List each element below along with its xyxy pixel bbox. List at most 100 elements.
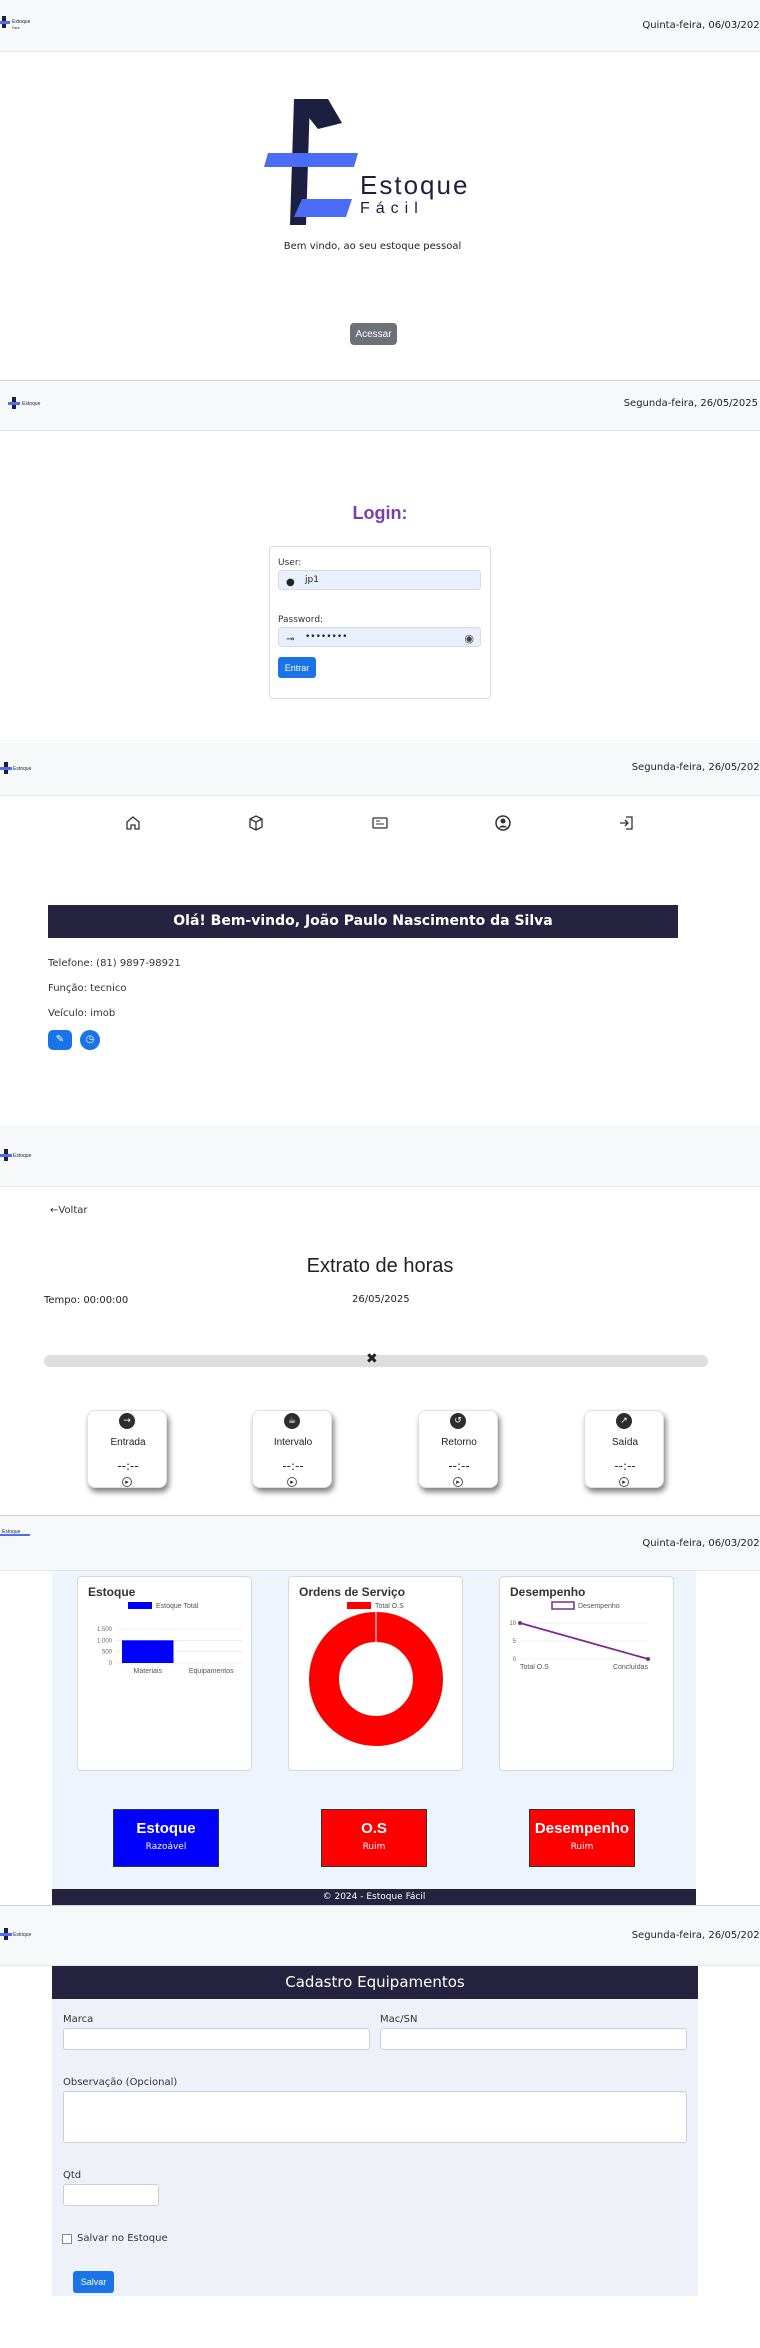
play-icon[interactable]: ▸ (122, 1477, 132, 1487)
play-icon[interactable]: ▸ (287, 1477, 297, 1487)
page-title: Extrato de horas (306, 1255, 454, 1277)
user-value: jp1 (305, 575, 319, 585)
exit-icon: ↗ (616, 1413, 632, 1429)
header-logo: Estoque (0, 1526, 50, 1546)
home-icon[interactable] (124, 814, 144, 834)
data-point (646, 1657, 650, 1661)
os-chart-card: Ordens de Serviço Total O.S (288, 1576, 463, 1771)
header-logo: Estoque Fácil (0, 12, 50, 32)
os-status: O.S Ruim (321, 1809, 427, 1867)
return-icon: ↺ (450, 1413, 466, 1429)
logout-icon[interactable] (617, 814, 637, 834)
svg-text:Estoque: Estoque (12, 19, 31, 25)
footer: © 2024 - Estoque Fácil (52, 1889, 696, 1905)
status-title: Desempenho (534, 1820, 630, 1837)
qty-label: Qtd (63, 2170, 82, 2181)
user-icon: ● (286, 577, 295, 588)
dashboard-screen: Estoque Quinta-feira, 06/03/2025 Estoque… (0, 1515, 760, 1905)
performance-line-chart: Desempenho 10 5 0Total O.S Concluídas (509, 1601, 650, 1671)
header: Estoque Segunda-feira, 26/05/2025 (0, 1906, 760, 1966)
mac-label: Mac/SN (380, 2014, 418, 2025)
header-date: Segunda-feira, 26/05/2025 (623, 398, 758, 409)
chart-title: Estoque (88, 1585, 136, 1599)
splash-screen: Estoque Fácil Quinta-feira, 06/03/2025 Es… (0, 0, 760, 380)
obs-label: Observação (Opcional) (63, 2077, 178, 2088)
id-card-icon[interactable] (371, 814, 391, 834)
header-date: Quinta-feira, 06/03/2025 (642, 20, 760, 31)
password-input[interactable]: ⊸ •••••••• ◉ (278, 627, 481, 647)
svg-text:Estoque: Estoque (13, 1153, 32, 1159)
logo-title: Estoque (360, 170, 470, 200)
form-title: Cadastro Equipamentos (52, 1966, 698, 1999)
svg-text:Estoque: Estoque (13, 1932, 32, 1938)
save-button[interactable]: Salvar (73, 2271, 114, 2293)
data-point (518, 1621, 522, 1625)
svg-text:Fácil: Fácil (12, 26, 20, 30)
performance-status: Desempenho Ruim (529, 1809, 635, 1867)
access-button[interactable]: Acessar (350, 323, 397, 345)
user-label: User: (278, 558, 302, 568)
header: Estoque Fácil Quinta-feira, 06/03/2025 (0, 0, 760, 52)
x-tick-label: Materiais (134, 1668, 163, 1675)
login-icon: → (119, 1413, 135, 1429)
performance-chart-card: Desempenho Desempenho 10 5 0 Total O.S Conclu… (499, 1576, 674, 1771)
login-submit-button[interactable]: Entrar (278, 657, 316, 678)
box-icon[interactable] (247, 814, 267, 834)
status-title: Estoque (136, 1820, 196, 1837)
equipment-screen: Estoque Segunda-feira, 26/05/2025 Cadast… (0, 1905, 760, 2348)
svg-text:Estoque: Estoque (13, 766, 32, 772)
clock-icon: ◷ (85, 1034, 95, 1045)
play-icon[interactable]: ▸ (453, 1477, 463, 1487)
play-icon[interactable]: ▸ (619, 1477, 629, 1487)
intervalo-card[interactable]: ☕ Intervalo --:-- ▸ (252, 1410, 332, 1488)
y-tick-label: 10 (509, 1621, 516, 1627)
eye-icon[interactable]: ◉ (464, 630, 474, 648)
card-value: --:-- (282, 1459, 304, 1473)
header-logo: Estoque (0, 758, 50, 778)
profile-screen: Estoque Segunda-feira, 26/05/2025 Olá! B… (0, 740, 760, 1125)
card-value: --:-- (614, 1459, 636, 1473)
header-logo: Estoque (0, 1145, 50, 1165)
legend-swatch (128, 1602, 152, 1609)
mac-input[interactable] (380, 2028, 687, 2050)
retorno-card[interactable]: ↺ Retorno --:-- ▸ (418, 1410, 498, 1488)
edit-button[interactable]: ✎ (48, 1030, 72, 1050)
chart-title: Ordens de Serviço (299, 1585, 406, 1599)
clock-button[interactable]: ◷ (80, 1030, 100, 1050)
header-date: Quinta-feira, 06/03/2025 (642, 1538, 760, 1549)
x-tick-label: Total O.S (520, 1664, 549, 1671)
qty-input[interactable] (63, 2184, 159, 2206)
os-donut-chart: Total O.S (309, 1602, 443, 1746)
status-sub: Razoável (145, 1842, 187, 1852)
pencil-icon: ✎ (55, 1034, 65, 1045)
legend-label: Desempenho (578, 1603, 620, 1610)
user-circle-icon[interactable] (494, 814, 514, 834)
login-screen: Estoque Segunda-feira, 26/05/2025 Login:… (0, 380, 760, 740)
stock-bar-chart: Estoque Total 1.500 1.000 500 0 Materiais Equi… (97, 1602, 243, 1675)
save-stock-checkbox[interactable] (62, 2234, 72, 2244)
header: Estoque Segunda-feira, 26/05/2025 (0, 381, 760, 431)
x-tick-label: Concluídas (613, 1664, 649, 1671)
y-tick-label: 1.500 (97, 1627, 113, 1633)
password-value: •••••••• (305, 632, 348, 642)
card-label: Retorno (441, 1437, 477, 1448)
saida-card[interactable]: ↗ Saída --:-- ▸ (584, 1410, 664, 1488)
card-value: --:-- (448, 1459, 470, 1473)
obs-textarea[interactable] (63, 2091, 687, 2143)
stock-status: Estoque Razoável (113, 1809, 219, 1867)
brand-input[interactable] (63, 2028, 370, 2050)
user-input[interactable]: ● jp1 (278, 570, 481, 590)
svg-text:Estoque: Estoque (2, 1529, 21, 1535)
brand-label: Marca (63, 2014, 94, 2025)
welcome-banner: Olá! Bem-vindo, João Paulo Nascimento da… (48, 905, 678, 938)
entrada-card[interactable]: → Entrada --:-- ▸ (87, 1410, 167, 1488)
login-form: User: ● jp1 Password: ⊸ •••••••• ◉ Entra… (269, 546, 491, 699)
elapsed-time: Tempo: 00:00:00 (44, 1295, 129, 1306)
header: Estoque Quinta-feira, 06/03/2025 (0, 1516, 760, 1571)
header: Estoque Segunda-feira, 26/05/2025 (0, 740, 760, 796)
legend-swatch (347, 1602, 371, 1609)
bar (122, 1640, 174, 1663)
header-logo: Estoque (0, 1924, 50, 1944)
header-date: Segunda-feira, 26/05/2025 (631, 762, 760, 773)
back-link[interactable]: ←Voltar (50, 1205, 88, 1216)
